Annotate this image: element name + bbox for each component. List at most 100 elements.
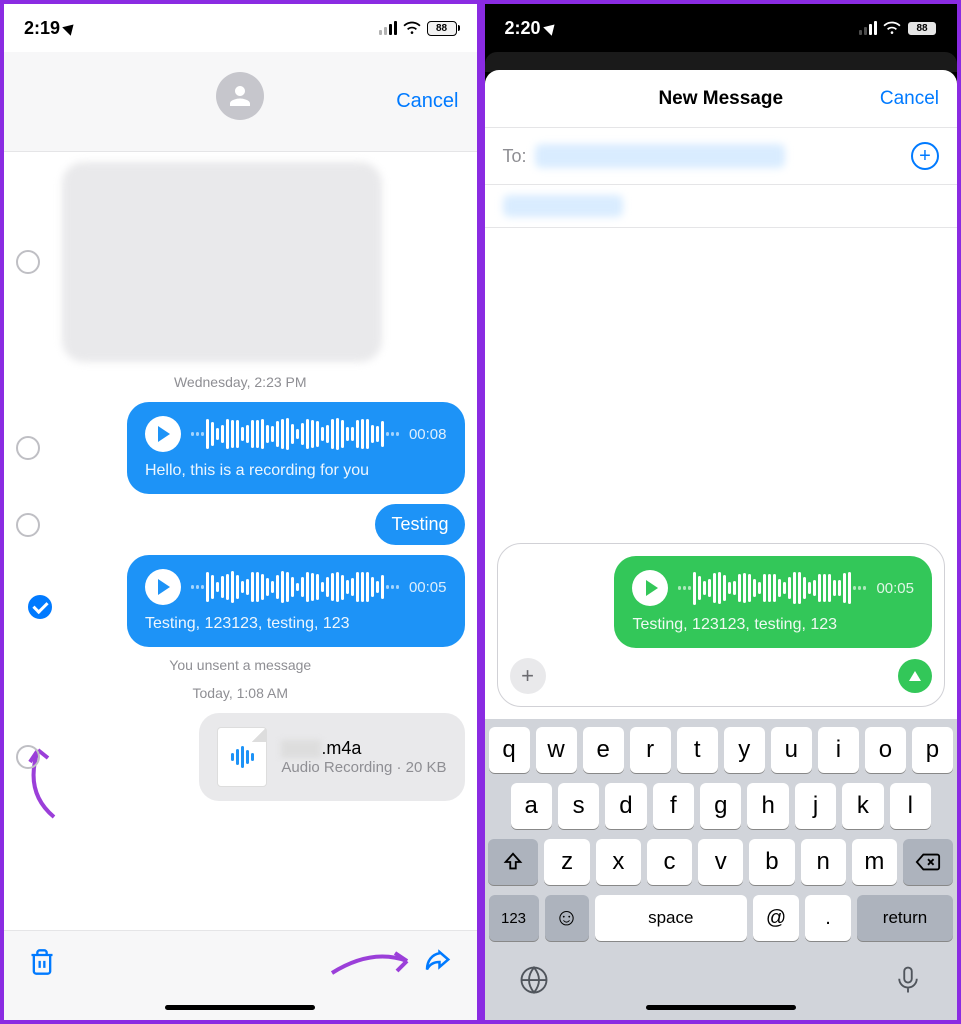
select-circle-checked[interactable] — [28, 595, 52, 619]
shift-key[interactable] — [488, 839, 538, 885]
play-icon[interactable] — [145, 416, 181, 452]
keyboard[interactable]: qwertyuiop asdfghjkl zxcvbnm 123 ☺ space… — [485, 719, 958, 1020]
audio-duration: 00:05 — [876, 580, 914, 597]
dot-key[interactable]: . — [805, 895, 851, 941]
status-time: 2:20 — [505, 18, 541, 39]
status-time: 2:19 — [24, 18, 60, 39]
play-icon[interactable] — [145, 569, 181, 605]
key-i[interactable]: i — [818, 727, 859, 773]
timestamp: Today, 1:08 AM — [16, 685, 465, 701]
file-name: .m4a — [281, 738, 446, 759]
key-b[interactable]: b — [749, 839, 794, 885]
key-w[interactable]: w — [536, 727, 577, 773]
send-button[interactable] — [898, 659, 932, 693]
backspace-key[interactable] — [903, 839, 953, 885]
globe-icon[interactable] — [519, 965, 549, 995]
audio-message[interactable]: 00:08 Hello, this is a recording for you — [127, 402, 465, 494]
emoji-key[interactable]: ☺ — [545, 895, 589, 941]
audio-message-selected[interactable]: 00:05 Testing, 123123, testing, 123 — [127, 555, 465, 647]
compose-area: 00:05 Testing, 123123, testing, 123 + — [485, 228, 958, 719]
key-j[interactable]: j — [795, 783, 836, 829]
to-label: To: — [503, 146, 527, 167]
waveform — [191, 418, 399, 449]
audio-caption: Hello, this is a recording for you — [145, 462, 447, 480]
audio-duration: 00:08 — [409, 426, 447, 443]
key-e[interactable]: e — [583, 727, 624, 773]
system-message: You unsent a message — [16, 657, 465, 673]
select-circle[interactable] — [16, 513, 40, 537]
wifi-icon — [883, 21, 901, 35]
key-n[interactable]: n — [801, 839, 846, 885]
contact-avatar[interactable] — [216, 72, 264, 120]
status-bar: 2:20 88 — [485, 4, 958, 52]
key-l[interactable]: l — [890, 783, 931, 829]
key-g[interactable]: g — [700, 783, 741, 829]
select-circle[interactable] — [16, 436, 40, 460]
file-meta: Audio Recording · 20 KB — [281, 759, 446, 776]
key-k[interactable]: k — [842, 783, 883, 829]
add-attachment-button[interactable]: + — [510, 658, 546, 694]
key-u[interactable]: u — [771, 727, 812, 773]
key-r[interactable]: r — [630, 727, 671, 773]
play-icon[interactable] — [632, 570, 668, 606]
location-icon — [62, 20, 78, 36]
recipient-row-2[interactable] — [485, 185, 958, 228]
space-key[interactable]: space — [595, 895, 748, 941]
cancel-button[interactable]: Cancel — [396, 90, 458, 113]
key-d[interactable]: d — [605, 783, 646, 829]
to-field[interactable]: To: + — [485, 128, 958, 185]
key-z[interactable]: z — [544, 839, 589, 885]
annotation-arrow — [327, 943, 417, 983]
key-v[interactable]: v — [698, 839, 743, 885]
key-o[interactable]: o — [865, 727, 906, 773]
sheet-header: New Message Cancel — [485, 70, 958, 128]
new-message-sheet: New Message Cancel To: + 00:05 Testing, … — [485, 70, 958, 1020]
battery-icon: 88 — [427, 21, 457, 36]
audio-caption: Testing, 123123, testing, 123 — [632, 616, 914, 634]
text-message[interactable]: Testing — [375, 504, 464, 545]
trash-icon[interactable] — [28, 947, 56, 977]
timestamp: Wednesday, 2:23 PM — [16, 374, 465, 390]
share-icon[interactable] — [421, 947, 453, 977]
add-recipient-button[interactable]: + — [911, 142, 939, 170]
audio-message-attached[interactable]: 00:05 Testing, 123123, testing, 123 — [614, 556, 932, 648]
at-key[interactable]: @ — [753, 895, 799, 941]
key-t[interactable]: t — [677, 727, 718, 773]
selection-toolbar — [4, 930, 477, 1020]
right-screen: 2:20 88 New Message Cancel To: + — [481, 0, 961, 1024]
key-p[interactable]: p — [912, 727, 953, 773]
compose-box[interactable]: 00:05 Testing, 123123, testing, 123 + — [497, 543, 946, 707]
select-circle[interactable] — [16, 250, 40, 274]
key-x[interactable]: x — [596, 839, 641, 885]
cellular-icon — [859, 21, 877, 35]
select-circle[interactable] — [16, 745, 40, 769]
key-a[interactable]: a — [511, 783, 552, 829]
left-screen: 2:19 88 Cancel Wednesday, 2:23 PM — [0, 0, 481, 1024]
waveform — [678, 572, 866, 605]
home-indicator[interactable] — [165, 1005, 315, 1010]
key-m[interactable]: m — [852, 839, 897, 885]
audio-duration: 00:05 — [409, 579, 447, 596]
key-f[interactable]: f — [653, 783, 694, 829]
home-indicator[interactable] — [646, 1005, 796, 1010]
mic-icon[interactable] — [893, 965, 923, 995]
status-bar: 2:19 88 — [4, 4, 477, 52]
return-key[interactable]: return — [857, 895, 953, 941]
messages-list[interactable]: Wednesday, 2:23 PM 00:08 Hello, this is … — [4, 152, 477, 930]
key-y[interactable]: y — [724, 727, 765, 773]
wifi-icon — [403, 21, 421, 35]
key-q[interactable]: q — [489, 727, 530, 773]
battery-icon: 88 — [907, 21, 937, 36]
cancel-button[interactable]: Cancel — [880, 88, 939, 110]
cellular-icon — [379, 21, 397, 35]
sheet-title: New Message — [658, 88, 783, 110]
numbers-key[interactable]: 123 — [489, 895, 539, 941]
conversation-header: Cancel — [4, 52, 477, 152]
waveform — [191, 571, 399, 604]
recipient-pill[interactable] — [503, 195, 623, 217]
key-h[interactable]: h — [747, 783, 788, 829]
recipient-pill[interactable] — [535, 144, 785, 168]
key-s[interactable]: s — [558, 783, 599, 829]
file-attachment[interactable]: .m4a Audio Recording · 20 KB — [199, 713, 464, 801]
key-c[interactable]: c — [647, 839, 692, 885]
